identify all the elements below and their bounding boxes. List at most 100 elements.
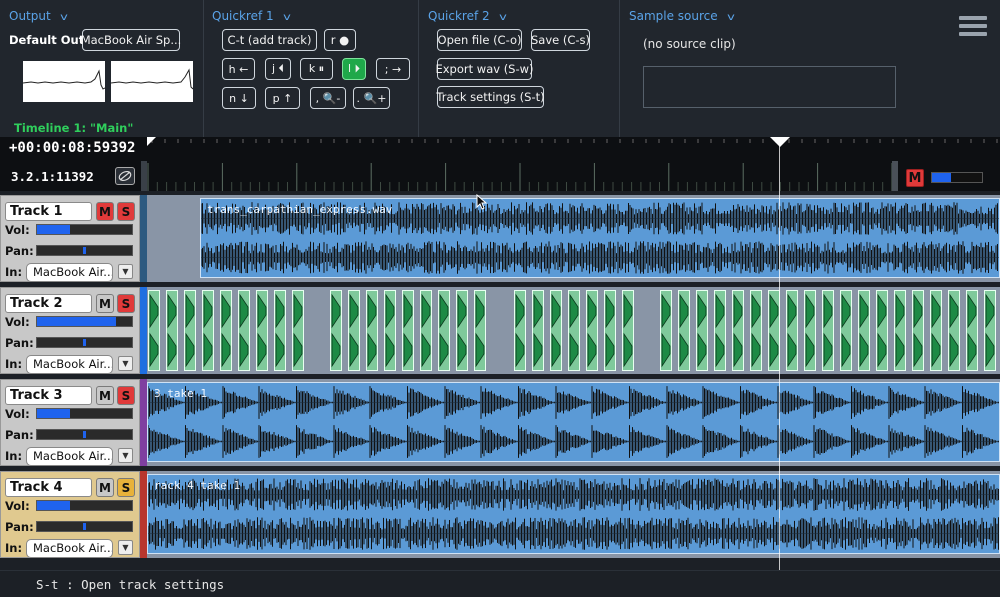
sample-source-preview[interactable] (643, 66, 896, 108)
audio-clip[interactable] (238, 290, 250, 371)
track-lane[interactable]: rack 4 take 1 (147, 471, 1000, 558)
audio-clip[interactable] (786, 290, 798, 371)
audio-clip[interactable] (912, 290, 924, 371)
audio-clip[interactable] (732, 290, 744, 371)
pan-slider[interactable] (36, 429, 133, 440)
audio-clip[interactable] (550, 290, 562, 371)
pan-slider[interactable] (36, 337, 133, 348)
metronome-icon[interactable] (115, 167, 135, 185)
output-device-button[interactable]: MacBook Air Sp... (81, 29, 181, 51)
volume-slider[interactable] (36, 224, 133, 235)
audio-clip[interactable] (876, 290, 888, 371)
volume-slider[interactable] (36, 500, 133, 511)
track-solo-button[interactable]: S (117, 478, 135, 497)
audio-clip[interactable] (604, 290, 616, 371)
track-header[interactable]: Track 1 M S Vol: Pan: In: MacBook Air...… (0, 195, 140, 282)
bar-ruler[interactable]: 3.2.1:11392 M (0, 161, 1000, 191)
chevron-down-icon[interactable]: ▼ (118, 356, 133, 371)
track-lane[interactable] (147, 287, 1000, 374)
track-lane[interactable]: 3 take 1 (147, 379, 1000, 466)
track-header[interactable]: Track 2 M S Vol: Pan: In: MacBook Air...… (0, 287, 140, 374)
save-button[interactable]: Save (C-s) (531, 29, 590, 51)
audio-clip[interactable] (514, 290, 526, 371)
pan-knob[interactable] (82, 523, 86, 530)
key-period-zoom-in-button[interactable]: . 🔍+ (353, 87, 390, 109)
audio-clip[interactable] (984, 290, 996, 371)
track-solo-button[interactable]: S (117, 202, 135, 221)
audio-clip[interactable] (184, 290, 196, 371)
chevron-down-icon[interactable]: ▼ (118, 264, 133, 279)
audio-clip[interactable] (532, 290, 544, 371)
track-name[interactable]: Track 2 (5, 294, 92, 313)
audio-clip[interactable] (402, 290, 414, 371)
key-n-down-button[interactable]: n ↓ (222, 87, 256, 109)
track-mute-button[interactable]: M (96, 386, 114, 405)
track-name[interactable]: Track 4 (5, 478, 92, 497)
audio-clip[interactable] (568, 290, 580, 371)
track-header[interactable]: Track 3 M S Vol: Pan: In: MacBook Air...… (0, 379, 140, 466)
output-section-title[interactable]: Output v (9, 9, 67, 23)
track-mute-button[interactable]: M (96, 202, 114, 221)
audio-clip[interactable] (148, 290, 160, 371)
audio-clip[interactable] (696, 290, 708, 371)
pan-knob[interactable] (82, 431, 86, 438)
key-j-rewind-button[interactable]: j ⏴ (265, 58, 291, 80)
master-mute-button[interactable]: M (906, 169, 924, 187)
key-comma-zoom-out-button[interactable]: , 🔍- (310, 87, 346, 109)
audio-clip[interactable] (384, 290, 396, 371)
audio-clip[interactable] (438, 290, 450, 371)
audio-clip[interactable] (474, 290, 486, 371)
audio-clip[interactable]: rack 4 take 1 (147, 474, 1000, 554)
audio-clip[interactable] (840, 290, 852, 371)
volume-slider[interactable] (36, 408, 133, 419)
track-name[interactable]: Track 3 (5, 386, 92, 405)
audio-clip[interactable] (330, 290, 342, 371)
audio-clip[interactable] (930, 290, 942, 371)
playhead-line[interactable] (779, 141, 780, 570)
audio-clip[interactable] (166, 290, 178, 371)
audio-clip[interactable] (274, 290, 286, 371)
export-wav-button[interactable]: Export wav (S-w) (435, 58, 534, 80)
key-semicolon-right-button[interactable]: ; → (376, 58, 410, 80)
open-file-button[interactable]: Open file (C-o) (437, 29, 522, 51)
sample-source-section-title[interactable]: Sample source v (629, 9, 734, 23)
pan-slider[interactable] (36, 521, 133, 532)
key-h-left-button[interactable]: h ← (222, 58, 255, 80)
key-k-pause-button[interactable]: k ⏸ (300, 58, 333, 80)
key-p-up-button[interactable]: p ↑ (265, 87, 300, 109)
audio-clip[interactable] (366, 290, 378, 371)
pan-knob[interactable] (82, 339, 86, 346)
track-solo-button[interactable]: S (117, 386, 135, 405)
record-button[interactable]: r ● (324, 29, 356, 51)
audio-clip[interactable]: trans_carpathian_express.wav (200, 198, 1000, 278)
audio-clip[interactable] (660, 290, 672, 371)
audio-clip[interactable] (348, 290, 360, 371)
loop-start-marker-icon[interactable] (147, 137, 157, 147)
audio-clip[interactable]: 3 take 1 (147, 382, 1000, 462)
add-track-button[interactable]: C-t (add track) (222, 29, 317, 51)
audio-clip[interactable] (858, 290, 870, 371)
quickref2-section-title[interactable]: Quickref 2 v (428, 9, 506, 23)
track-solo-button[interactable]: S (117, 294, 135, 313)
audio-clip[interactable] (678, 290, 690, 371)
track-mute-button[interactable]: M (96, 294, 114, 313)
track-lane[interactable]: trans_carpathian_express.wav (147, 195, 1000, 282)
audio-clip[interactable] (750, 290, 762, 371)
track-input-button[interactable]: MacBook Air... (26, 263, 113, 282)
audio-clip[interactable] (822, 290, 834, 371)
audio-clip[interactable] (714, 290, 726, 371)
audio-clip[interactable] (456, 290, 468, 371)
audio-clip[interactable] (420, 290, 432, 371)
audio-clip[interactable] (804, 290, 816, 371)
track-input-button[interactable]: MacBook Air... (26, 355, 113, 374)
track-mute-button[interactable]: M (96, 478, 114, 497)
audio-clip[interactable] (292, 290, 304, 371)
quickref1-section-title[interactable]: Quickref 1 v (212, 9, 290, 23)
track-name[interactable]: Track 1 (5, 202, 92, 221)
audio-clip[interactable] (966, 290, 978, 371)
audio-clip[interactable] (220, 290, 232, 371)
chevron-down-icon[interactable]: ▼ (118, 540, 133, 555)
track-input-button[interactable]: MacBook Air... (26, 447, 113, 466)
playhead-marker-icon[interactable] (770, 137, 790, 149)
chevron-down-icon[interactable]: ▼ (118, 448, 133, 463)
